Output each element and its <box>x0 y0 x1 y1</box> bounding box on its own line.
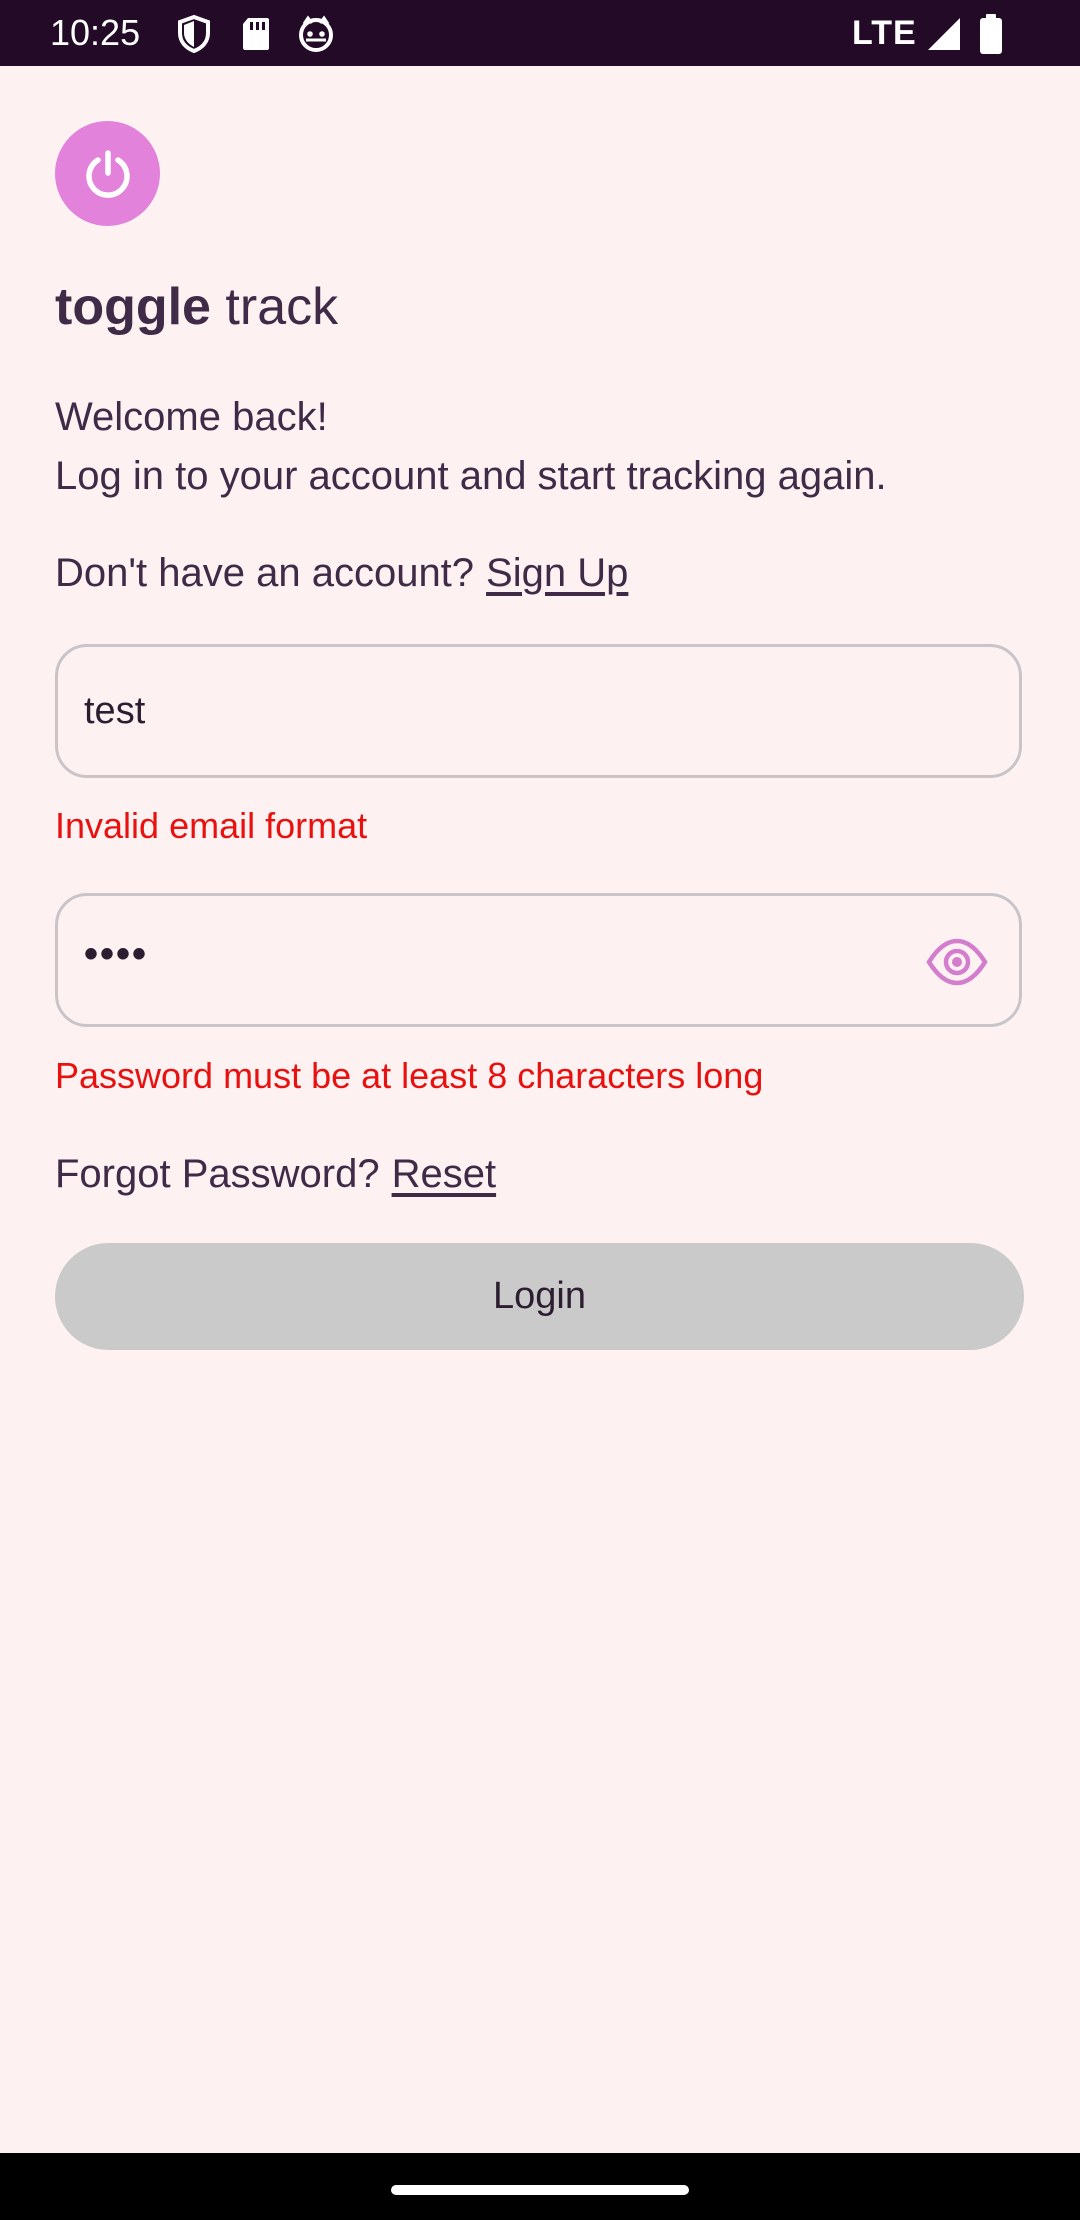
shield-icon <box>174 14 214 54</box>
login-button[interactable]: Login <box>55 1243 1024 1350</box>
email-field[interactable]: test <box>55 644 1022 778</box>
brand-rest: track <box>210 278 339 336</box>
forgot-prompt: Forgot Password? <box>55 1152 380 1196</box>
status-time: 10:25 <box>50 12 141 53</box>
network-type: LTE <box>852 14 917 52</box>
forgot-password-row: Forgot Password? Reset <box>55 1146 496 1202</box>
welcome-text: Welcome back! Log in to your account and… <box>55 388 1045 506</box>
welcome-heading: Welcome back! <box>55 395 328 439</box>
cat-icon <box>296 14 336 54</box>
signal-icon <box>924 14 964 54</box>
sign-up-link[interactable]: Sign Up <box>486 551 628 595</box>
app-logo <box>55 121 160 226</box>
brand-title: toggle track <box>55 272 338 342</box>
signup-prompt: Don't have an account? <box>55 551 475 595</box>
welcome-subtitle: Log in to your account and start trackin… <box>55 454 887 498</box>
brand-bold: toggle <box>55 278 211 336</box>
power-icon <box>86 150 130 198</box>
sd-card-icon <box>236 14 276 54</box>
navigation-bar <box>0 2153 1080 2220</box>
eye-icon[interactable] <box>925 936 989 988</box>
signup-row: Don't have an account? Sign Up <box>55 545 628 601</box>
password-field[interactable]: •••• <box>55 893 1022 1027</box>
password-error: Password must be at least 8 characters l… <box>55 1055 764 1096</box>
home-handle[interactable] <box>391 2185 689 2195</box>
email-error: Invalid email format <box>55 805 368 846</box>
status-bar: 10:25 LTE <box>0 0 1080 66</box>
reset-link[interactable]: Reset <box>392 1152 497 1196</box>
password-value: •••• <box>84 932 149 976</box>
battery-icon <box>978 14 1004 54</box>
email-value: test <box>84 690 146 732</box>
